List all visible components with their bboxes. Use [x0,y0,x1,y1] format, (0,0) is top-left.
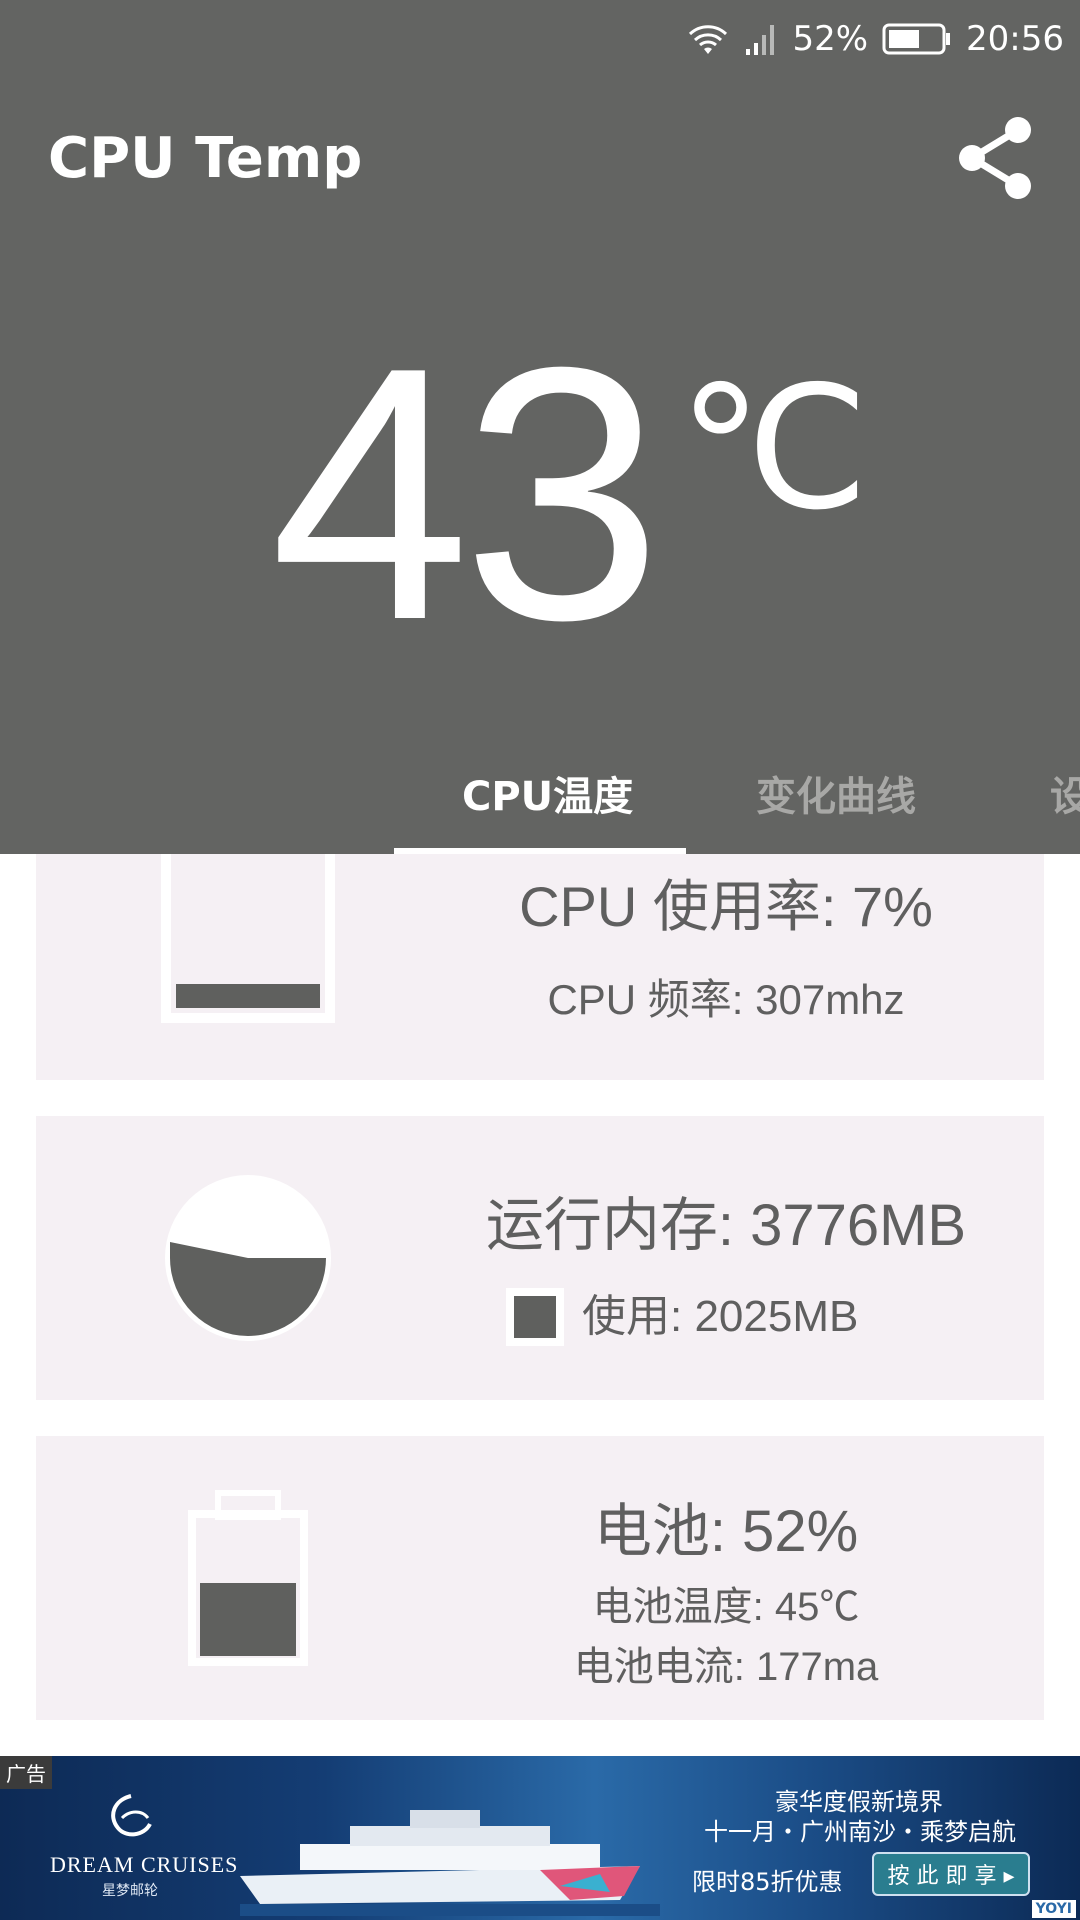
memory-total-label: 运行内存: 3776MB [485,1193,967,1258]
tab-curve[interactable]: 变化曲线 [756,764,916,822]
app-header: 52% 20:56 CPU Temp 43 ℃ CPU温度 变化曲线 设 [0,0,1080,854]
memory-legend-swatch [506,1288,564,1346]
memory-used-label: 使用: 2025MB [582,1292,859,1341]
temperature-value: 43 [270,293,662,695]
battery-percent: 52% [792,19,869,59]
ad-offer: 限时85折优惠 [692,1868,843,1896]
battery-current-label: 电池电流: 177ma [573,1645,879,1689]
share-icon [959,117,1031,199]
cpu-usage-label: CPU 使用率: 7% [519,875,933,938]
memory-pie [165,1175,331,1341]
cpu-frequency-label: CPU 频率: 307mhz [547,976,905,1023]
signal-icon [744,21,778,57]
ad-banner[interactable]: 广告 DREAM CRUISES 星梦邮轮 豪华度假新境界 十一月・广州南沙・乘… [0,1756,1080,1920]
battery-level-label: 电池: 52% [593,1499,859,1564]
memory-card: 运行内存: 3776MB 使用: 2025MB [36,1116,1044,1400]
battery-icon [882,22,952,56]
share-button[interactable] [956,116,1036,200]
app-title: CPU Temp [48,126,363,191]
tab-cpu-temp[interactable]: CPU温度 [462,764,633,822]
cpu-card: CPU 使用率: 7% CPU 频率: 307mhz [36,854,1044,1080]
cpu-usage-gauge [161,854,335,1023]
cruise-logo-icon [111,1794,152,1837]
battery-card: 电池: 52% 电池温度: 45℃ 电池电流: 177ma [36,1436,1044,1720]
battery-temperature-label: 电池温度: 45℃ [592,1585,860,1629]
clock: 20:56 [966,19,1064,59]
ad-cta-button[interactable]: 按 此 即 享 ▸ [872,1852,1030,1896]
status-bar: 52% 20:56 [686,14,1064,64]
wifi-icon [686,21,730,57]
ad-subline: 十一月・广州南沙・乘梦启航 [704,1818,1016,1846]
ad-tag: 广告 [0,1756,52,1789]
ad-brand-cn: 星梦邮轮 [102,1883,158,1899]
tab-settings[interactable]: 设 [1050,764,1080,822]
temperature-display: 43 ℃ [270,314,870,674]
cruise-ship-image [240,1810,660,1916]
ad-network-badge: YOYI [1031,1900,1076,1918]
ad-brand: DREAM CRUISES [50,1852,239,1877]
tab-bar: CPU温度 变化曲线 设 [0,740,1080,854]
battery-gauge-icon [188,1490,308,1666]
temperature-unit: ℃ [678,354,869,544]
